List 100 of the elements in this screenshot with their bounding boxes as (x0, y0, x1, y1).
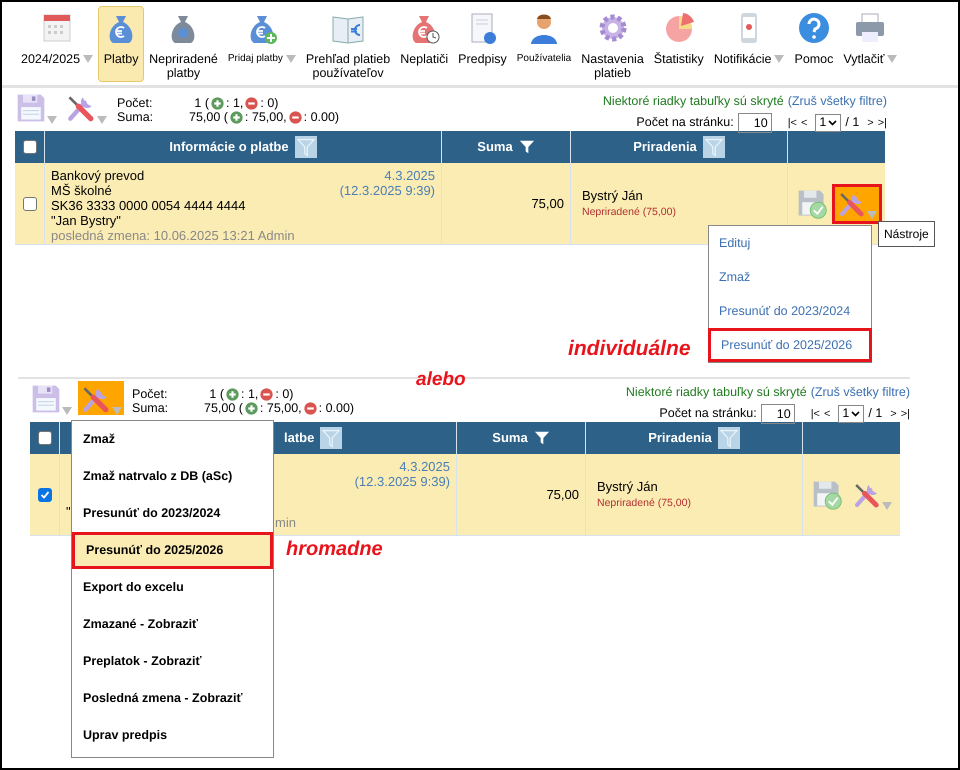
caret-icon (112, 407, 122, 415)
toolbar-button[interactable]: Predpisy (453, 6, 512, 82)
payment-info-line: SK36 3333 0000 0054 4444 4444 (51, 198, 246, 213)
filter-note: Niektoré riadky tabuľky sú skryté (626, 384, 807, 401)
stat-label: Počet: (117, 96, 154, 110)
column-header[interactable]: latbe (284, 428, 314, 448)
checkbox[interactable] (22, 196, 36, 210)
annotation-text: alebo (416, 368, 466, 392)
tooltip: Nástroje (878, 221, 935, 247)
next-page-link[interactable]: > (867, 114, 874, 131)
amount-cell-text: 75,00 (531, 194, 564, 213)
filter-icon[interactable] (320, 425, 342, 451)
toolbar-button[interactable]: Pomoc (789, 6, 838, 82)
plus-icon (211, 96, 224, 110)
toolbar-button[interactable]: Používatelia (512, 6, 576, 82)
column-header[interactable]: Suma (477, 137, 513, 157)
plus-icon (226, 388, 239, 400)
menu-item[interactable]: Presunúť do 2025/2026 (708, 328, 872, 362)
toolbar-button[interactable]: 2024/2025 (16, 6, 98, 82)
toolbar-button[interactable]: Nepriradené platby (144, 6, 223, 82)
stat-label: Suma: (117, 110, 154, 124)
stat-value: : 75,00, (260, 401, 302, 415)
filter-icon[interactable] (718, 425, 740, 451)
per-page-field[interactable]: 10 (760, 404, 795, 424)
toolbar-button[interactable]: Vytlačiť (838, 6, 902, 82)
menu-item[interactable]: Zmaž natrvalo z DB (aSc) (72, 458, 273, 495)
checkbox[interactable] (22, 140, 36, 154)
payment-info-line: Bankový prevod (51, 168, 146, 183)
chevron-down-icon (828, 120, 838, 126)
minus-icon (260, 388, 274, 400)
menu-item[interactable]: Edituj (709, 226, 871, 260)
menu-item[interactable]: Zmazané - Zobraziť (72, 606, 273, 643)
menu-item[interactable]: Preplatok - Zobraziť (72, 643, 273, 680)
checkbox[interactable] (38, 431, 52, 445)
last-page-link[interactable]: >| (900, 406, 910, 422)
stat-value: : 0.00) (318, 401, 354, 415)
caret-icon (867, 210, 877, 218)
chevron-down-icon (851, 410, 860, 417)
column-header[interactable]: Priradenia (648, 428, 712, 448)
minus-icon (245, 96, 258, 110)
payment-date: 4.3.2025 (399, 459, 450, 474)
menu-item[interactable]: Uprav predpis (72, 717, 273, 754)
menu-item[interactable]: Zmaž (72, 421, 273, 458)
toolbar-button[interactable]: Platby (98, 6, 144, 82)
stat-value: : 1, (226, 96, 244, 110)
payment-info-line: MŠ školné (51, 183, 113, 198)
stat-value: 75,00 ( (189, 110, 228, 124)
prev-page-link[interactable]: < (824, 406, 830, 422)
menu-item[interactable]: Zmaž (709, 260, 871, 294)
clear-filters-link[interactable]: (Zruš všetky filtre) (810, 383, 910, 402)
filter-icon[interactable] (294, 134, 317, 160)
first-page-link[interactable]: |< (788, 114, 797, 131)
assignee-name: Bystrý Ján (597, 478, 659, 496)
clear-filters-link[interactable]: (Zruš všetky filtre) (788, 92, 887, 111)
caret-icon (882, 502, 892, 510)
column-header[interactable]: Suma (492, 428, 528, 448)
next-page-link[interactable]: > (890, 406, 897, 422)
save-check-icon[interactable] (796, 188, 828, 220)
toolbar-button[interactable]: Nastavenia platieb (576, 6, 649, 82)
payment-datetime: (12.3.2025 9:39) (340, 183, 435, 198)
save-check-icon[interactable] (811, 478, 843, 510)
stat-value: : 75,00, (244, 110, 287, 124)
menu-item[interactable]: Presunúť do 2025/2026 (72, 532, 273, 569)
page-select[interactable]: 1 (838, 404, 864, 423)
last-change-text: min (275, 515, 296, 530)
last-page-link[interactable]: >| (878, 114, 887, 131)
tools-button[interactable] (832, 184, 882, 224)
toolbar-button[interactable]: Neplatiči (395, 6, 454, 82)
page-select[interactable]: 1 (815, 114, 842, 132)
payment-info-line: " (66, 504, 72, 519)
per-page-field[interactable]: 10 (738, 112, 772, 133)
menu-item[interactable]: Presunúť do 2023/2024 (72, 495, 273, 532)
checkbox[interactable] (38, 488, 52, 502)
stat-value: 1 ( (193, 96, 209, 110)
stat-value: 75,00 ( (204, 401, 243, 415)
page-total: / 1 (868, 405, 882, 422)
first-page-link[interactable]: |< (810, 406, 820, 422)
toolbar-button[interactable]: Štatistiky (648, 6, 709, 82)
stat-label: Počet: (132, 387, 168, 401)
assignment-status: Nepriradené (75,00) (597, 496, 692, 512)
last-change-text: posledná zmena: 10.06.2025 13:21 Admin (51, 228, 295, 243)
stat-value: : 0) (260, 96, 278, 110)
toolbar-button[interactable]: Prehľad platieb používateľov (300, 6, 396, 82)
filter-icon[interactable] (702, 134, 725, 160)
stat-value: 1 ( (208, 387, 224, 401)
per-page-label: Počet na stránku: (636, 114, 734, 132)
toolbar-button[interactable]: Pridaj platby (222, 6, 301, 82)
stat-value: : 0) (275, 387, 294, 401)
stat-label: Suma: (132, 401, 170, 415)
stat-value: : 1, (241, 387, 258, 401)
menu-item[interactable]: Presunúť do 2023/2024 (709, 294, 871, 328)
menu-item[interactable]: Posledná zmena - Zobraziť (72, 680, 273, 717)
column-header[interactable]: Informácie o platbe (169, 137, 289, 157)
payment-info-line: "Jan Bystry" (51, 213, 122, 228)
assignee-name: Bystrý Ján (582, 186, 644, 205)
minus-icon (288, 110, 302, 124)
prev-page-link[interactable]: < (800, 114, 808, 131)
column-header[interactable]: Priradenia (633, 137, 697, 157)
toolbar-button[interactable]: Notifikácie (708, 6, 790, 82)
menu-item[interactable]: Export do excelu (72, 569, 273, 606)
